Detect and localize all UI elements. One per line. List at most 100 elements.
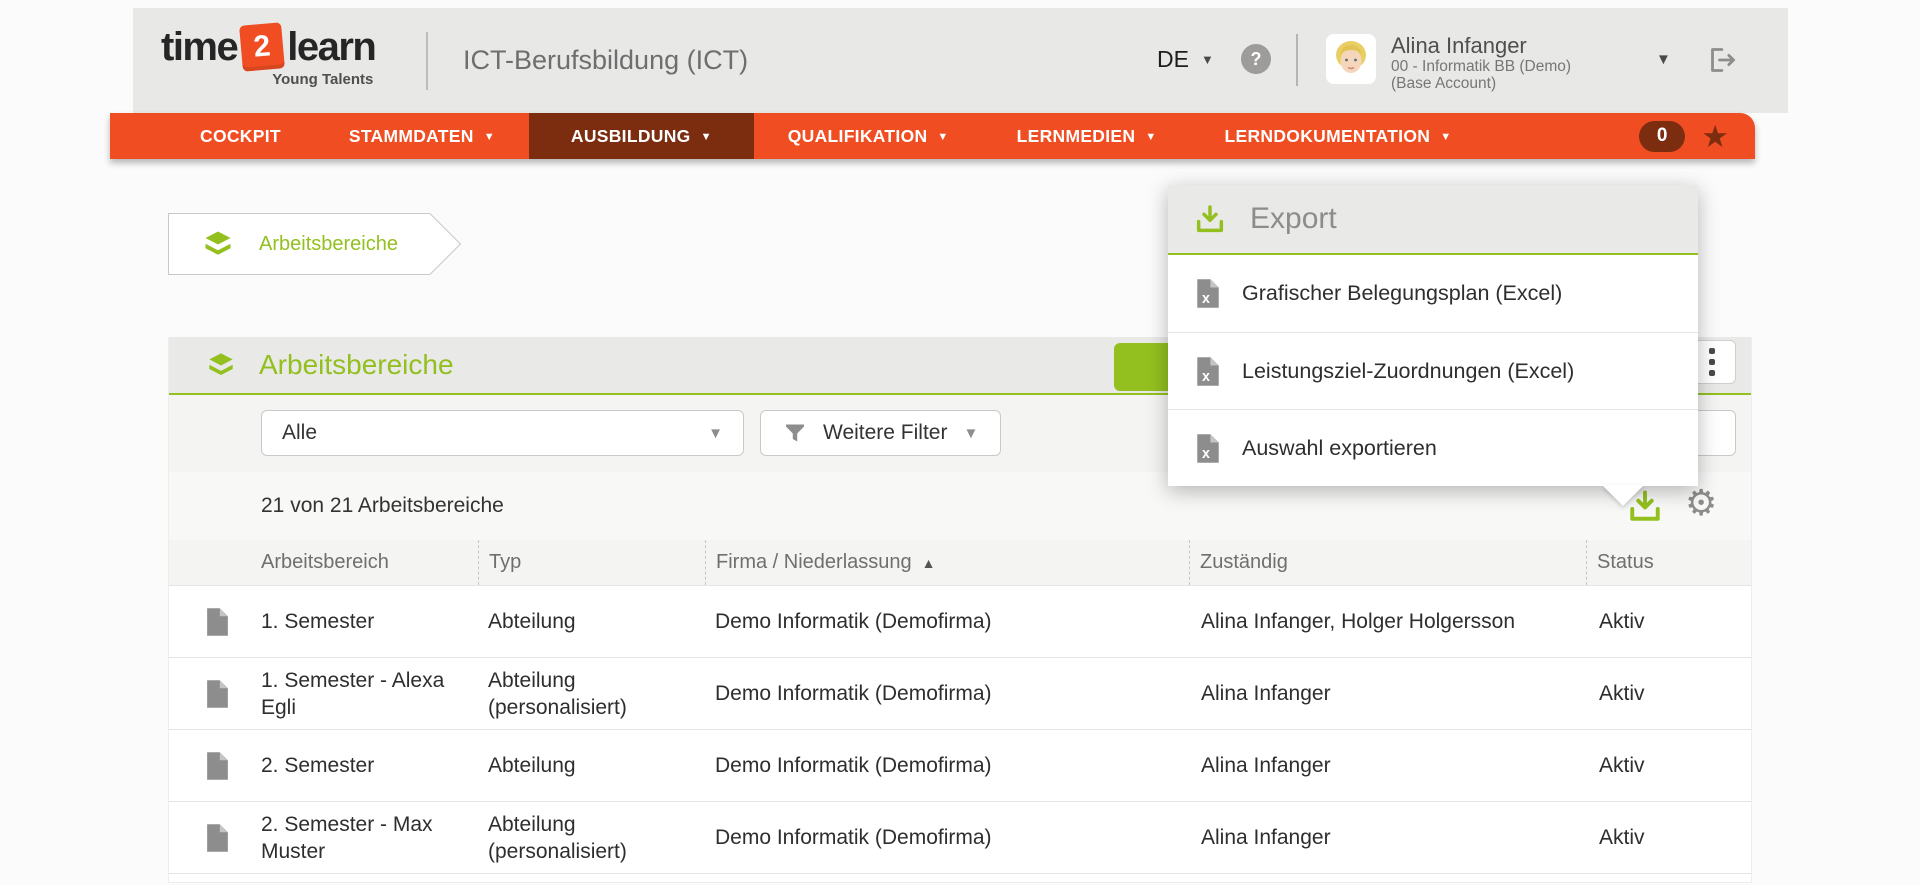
nav-item-ausbildung[interactable]: AUSBILDUNG ▼ [529, 113, 754, 159]
chevron-down-icon: ▼ [701, 131, 712, 143]
cell-name: 2. Semester - Max Muster [261, 802, 478, 873]
table-row[interactable]: 2. Semester Abteilung Demo Informatik (D… [169, 729, 1751, 801]
nav-item-stammdaten[interactable]: STAMMDATEN ▼ [315, 113, 529, 159]
table-row[interactable]: 2. Semester - Max Muster Abteilung (pers… [169, 801, 1751, 873]
svg-text:x: x [1202, 291, 1210, 307]
kebab-dot [1709, 359, 1715, 365]
logo-tagline: Young Talents [161, 71, 375, 88]
nav-label: STAMMDATEN [349, 126, 474, 147]
notification-badge[interactable]: 0 [1639, 121, 1685, 152]
user-name: Alina Infanger [1391, 34, 1571, 58]
nav-right-cluster: 0 ★ [1639, 113, 1755, 159]
layers-icon [203, 229, 233, 259]
cell-responsible: Alina Infanger [1189, 658, 1586, 729]
cell-type: Abteilung (personalisiert) [478, 802, 705, 873]
layers-icon [207, 351, 235, 379]
sort-ascending-icon: ▲ [922, 555, 936, 571]
export-item-label: Leistungsziel-Zuordnungen (Excel) [1242, 359, 1574, 384]
help-button[interactable]: ? [1241, 44, 1271, 74]
table-row[interactable]: 1. Semester - Alexa Egli Abteilung (pers… [169, 657, 1751, 729]
export-item-auswahl[interactable]: x Auswahl exportieren [1168, 409, 1698, 486]
user-role-line1: 00 - Informatik BB (Demo) [1391, 58, 1571, 75]
svg-text:x: x [1202, 446, 1210, 462]
header-divider [426, 32, 428, 90]
funnel-icon [783, 421, 807, 445]
cell-status: Aktiv [1586, 730, 1751, 801]
result-count: 21 von 21 Arbeitsbereiche [261, 494, 504, 518]
row-file-icon [169, 730, 261, 801]
column-header-firma[interactable]: Firma / Niederlassung ▲ [705, 540, 1189, 585]
cell-type: Abteilung [478, 586, 705, 657]
logo-text-learn: learn [287, 25, 375, 70]
page-title: Arbeitsbereiche [259, 349, 454, 381]
cell-company: Demo Informatik (Demofirma) [705, 802, 1189, 873]
export-item-label: Grafischer Belegungsplan (Excel) [1242, 281, 1562, 306]
logout-button[interactable] [1707, 46, 1739, 74]
cell-status: Aktiv [1586, 586, 1751, 657]
chevron-down-icon: ▼ [1201, 53, 1214, 66]
excel-file-icon: x [1196, 278, 1220, 309]
excel-file-icon: x [1196, 356, 1220, 387]
column-header-status[interactable]: Status [1586, 540, 1751, 585]
cell-name: 1. Semester - Alexa Egli [261, 658, 478, 729]
nav-item-lerndokumentation[interactable]: LERNDOKUMENTATION ▼ [1191, 113, 1486, 159]
cell-company: Demo Informatik (Demofirma) [705, 586, 1189, 657]
nav-label: AUSBILDUNG [571, 126, 691, 147]
cell-status: Aktiv [1586, 658, 1751, 729]
column-label: Arbeitsbereich [261, 551, 389, 574]
nav-label: LERNDOKUMENTATION [1225, 126, 1431, 147]
favorites-star-icon[interactable]: ★ [1701, 121, 1729, 152]
table-row[interactable]: 1. Semester Abteilung Demo Informatik (D… [169, 585, 1751, 657]
table-row-partial [169, 873, 1751, 882]
chevron-down-icon: ▼ [484, 131, 495, 143]
nav-label: COCKPIT [200, 126, 281, 147]
logo-text-time: time [161, 25, 237, 70]
export-item-belegungsplan[interactable]: x Grafischer Belegungsplan (Excel) [1168, 255, 1698, 332]
cell-responsible: Alina Infanger [1189, 802, 1586, 873]
cell-responsible: Alina Infanger, Holger Holgersson [1189, 586, 1586, 657]
svg-text:x: x [1202, 369, 1210, 385]
app-header: time 2 learn Young Talents ICT-Berufsbil… [133, 8, 1788, 113]
app-title: ICT-Berufsbildung (ICT) [463, 45, 748, 76]
chevron-down-icon: ▼ [1440, 131, 1451, 143]
export-item-leistungsziel[interactable]: x Leistungsziel-Zuordnungen (Excel) [1168, 332, 1698, 409]
column-header-typ[interactable]: Typ [478, 540, 705, 585]
gear-icon[interactable]: ⚙ [1685, 479, 1717, 529]
user-chevron-down-icon: ▼ [1656, 52, 1671, 67]
row-file-icon [169, 586, 261, 657]
logo-book-icon: 2 [239, 22, 285, 71]
cell-type: Abteilung (personalisiert) [478, 658, 705, 729]
language-selector[interactable]: DE ▼ [1157, 46, 1214, 73]
excel-file-icon: x [1196, 433, 1220, 464]
chevron-down-icon: ▼ [708, 426, 723, 441]
language-label: DE [1157, 46, 1189, 73]
more-filters-button[interactable]: Weitere Filter ▼ [760, 410, 1001, 456]
download-icon [1194, 203, 1226, 235]
column-label: Status [1597, 551, 1654, 574]
chevron-down-icon: ▼ [937, 131, 948, 143]
column-label: Firma / Niederlassung [716, 551, 912, 574]
nav-item-qualifikation[interactable]: QUALIFIKATION ▼ [754, 113, 983, 159]
cell-type: Abteilung [478, 730, 705, 801]
column-header-arbeitsbereich[interactable]: Arbeitsbereich [169, 540, 478, 585]
kebab-dot [1709, 370, 1715, 376]
filter-select-all[interactable]: Alle ▼ [261, 410, 744, 456]
nav-item-cockpit[interactable]: COCKPIT [166, 113, 315, 159]
column-label: Zuständig [1200, 551, 1288, 574]
nav-item-lernmedien[interactable]: LERNMEDIEN ▼ [983, 113, 1191, 159]
kebab-dot [1709, 348, 1715, 354]
row-file-icon [169, 802, 261, 873]
more-filters-label: Weitere Filter [823, 421, 947, 445]
header-divider-2 [1296, 34, 1298, 86]
cell-name: 1. Semester [261, 586, 478, 657]
logo[interactable]: time 2 learn Young Talents [161, 24, 375, 88]
filter-select-value: Alle [282, 421, 317, 445]
main-nav: COCKPIT STAMMDATEN ▼ AUSBILDUNG ▼ QUALIF… [110, 113, 1755, 159]
user-role-line2: (Base Account) [1391, 75, 1571, 92]
column-header-zustaendig[interactable]: Zuständig [1189, 540, 1586, 585]
breadcrumb[interactable]: Arbeitsbereiche [168, 213, 430, 275]
page: time 2 learn Young Talents ICT-Berufsbil… [0, 0, 1920, 885]
table-header: Arbeitsbereich Typ Firma / Niederlassung… [169, 540, 1751, 585]
chevron-down-icon: ▼ [963, 426, 978, 441]
cell-company: Demo Informatik (Demofirma) [705, 730, 1189, 801]
